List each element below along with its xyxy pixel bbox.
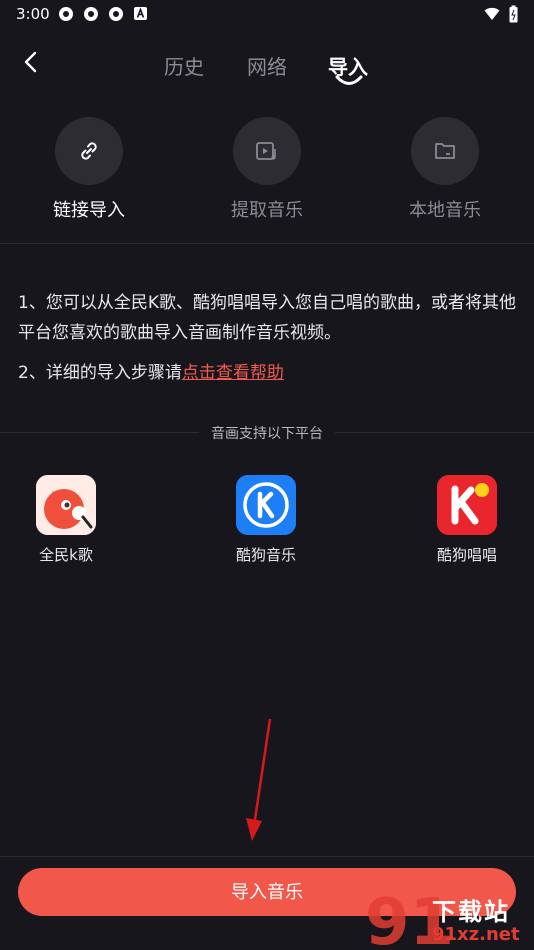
extract-music-button[interactable] [233, 117, 301, 185]
quanmin-kge-logo-icon [36, 475, 96, 535]
watermark-text: 下载站 [432, 898, 510, 926]
watermark-url: 91xz.net [432, 924, 520, 945]
support-title: 音画支持以下平台 [0, 423, 534, 443]
red-arrow-annotation-icon [246, 718, 272, 841]
mode-label-extract-music[interactable]: 提取音乐 [207, 196, 327, 222]
notification-icon [84, 7, 98, 21]
kugou-changchang-logo-icon [437, 475, 497, 535]
video-music-icon [256, 142, 276, 160]
platform-label-kugou-changchang: 酷狗唱唱 [436, 546, 497, 564]
kugou-music-logo-icon [236, 475, 296, 535]
status-time: 3:00 [16, 5, 50, 23]
wifi-icon [484, 7, 500, 20]
active-tab-indicator-icon [335, 75, 363, 85]
tab-network[interactable]: 网络 [247, 51, 287, 80]
tab-history[interactable]: 历史 [164, 51, 204, 80]
platform-label-quanmin-kge: 全民k歌 [39, 546, 93, 564]
folder-icon [435, 143, 455, 159]
mode-label-local-music[interactable]: 本地音乐 [385, 196, 505, 222]
bottom-divider [0, 856, 534, 857]
help-link[interactable]: 点击查看帮助 [182, 363, 284, 383]
link-import-button[interactable] [55, 117, 123, 185]
section-divider [0, 243, 534, 244]
app-a-icon [134, 7, 147, 20]
import-description: 1、您可以从全民K歌、酷狗唱唱导入您自己唱的歌曲，或者将其他平台您喜欢的歌曲导入… [18, 293, 516, 343]
notification-icon [109, 7, 123, 21]
link-icon [81, 142, 97, 160]
notification-icon [59, 7, 73, 21]
help-prefix: 2、详细的导入步骤请 [18, 363, 182, 383]
local-music-button[interactable] [411, 117, 479, 185]
battery-icon [509, 5, 518, 23]
help-line: 2、详细的导入步骤请点击查看帮助 [18, 358, 518, 388]
status-bar: 3:00 [0, 0, 534, 28]
platform-label-kugou-music: 酷狗音乐 [235, 546, 296, 564]
support-title-text: 音画支持以下平台 [199, 426, 335, 442]
mode-label-link-import[interactable]: 链接导入 [29, 196, 149, 222]
back-arrow-icon[interactable] [20, 50, 44, 74]
